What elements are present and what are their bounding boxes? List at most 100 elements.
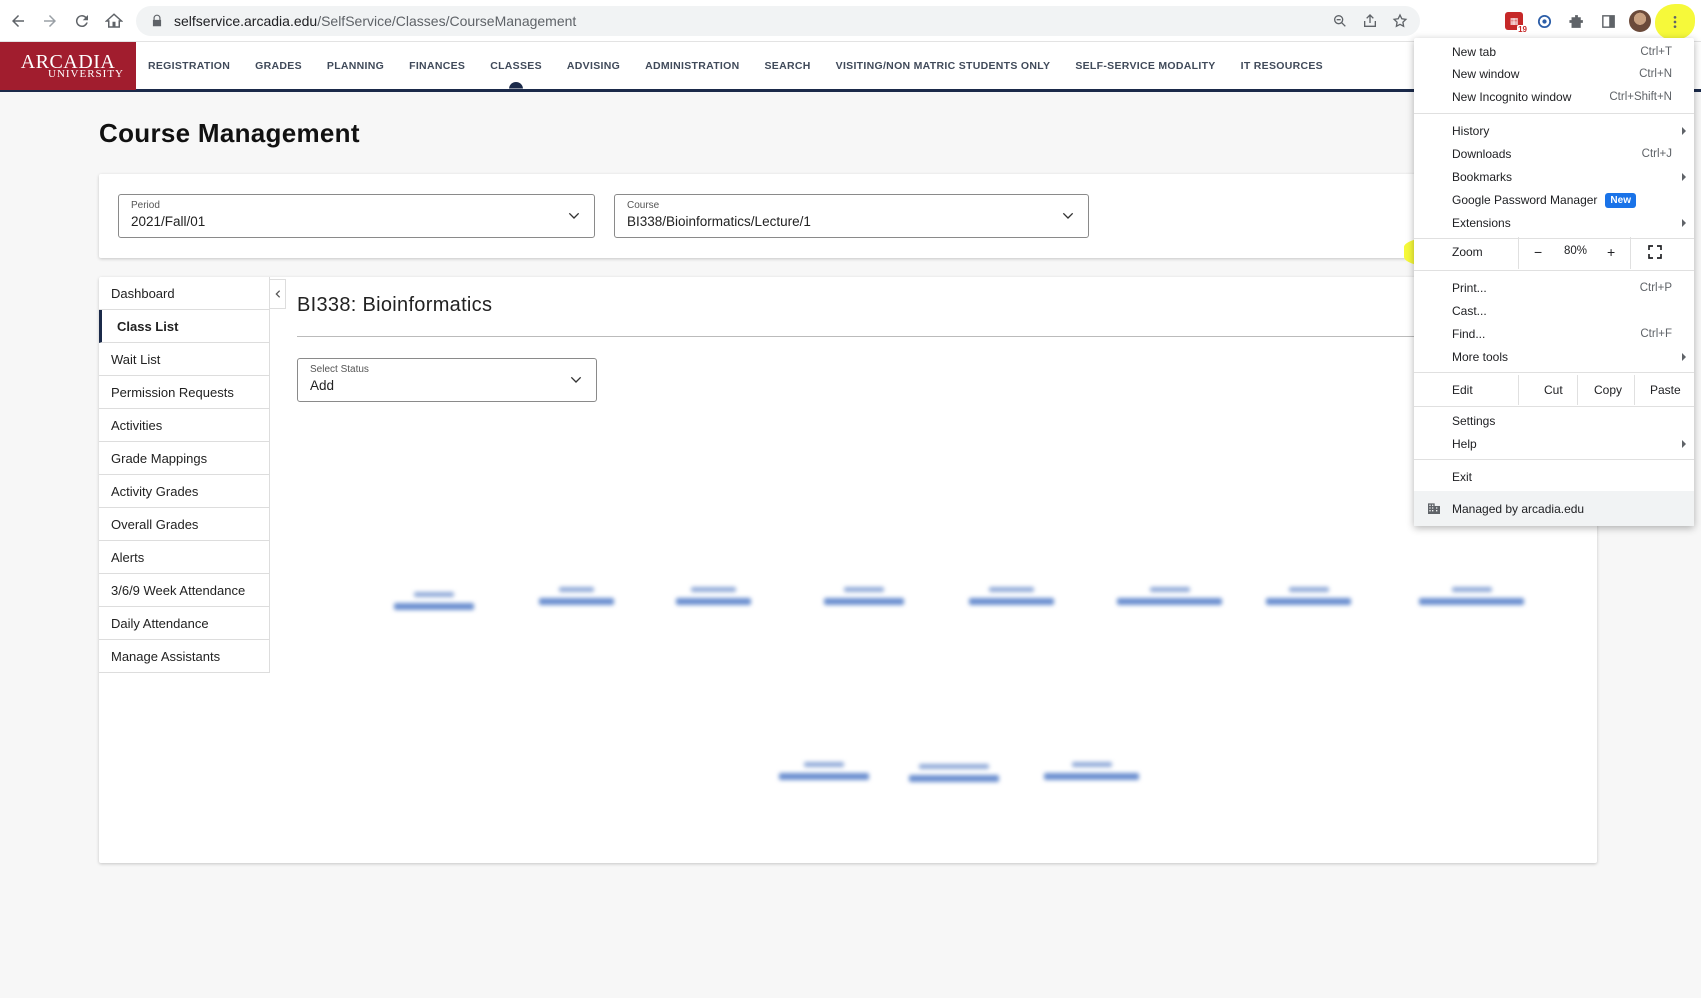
managed-by-row[interactable]: Managed by arcadia.edu (1414, 491, 1694, 526)
chrome-menu: New tab Ctrl+T New window Ctrl+N New Incog… (1414, 38, 1694, 526)
menu-grade-mappings[interactable]: Grade Mappings (99, 442, 269, 475)
managed-label: Managed by arcadia.edu (1452, 501, 1585, 516)
status-select[interactable]: Select Status Add (297, 358, 597, 402)
grammar-extension-icon[interactable] (1533, 10, 1555, 32)
shortcut: Ctrl+N (1639, 68, 1672, 80)
calendar-extension-icon[interactable]: ▦ 19 (1505, 12, 1528, 34)
menu-cast[interactable]: Cast... (1414, 300, 1694, 322)
menu-find[interactable]: Find... Ctrl+F (1414, 323, 1694, 345)
menu-class-list[interactable]: Class List (99, 310, 269, 343)
student-card-redacted[interactable] (1117, 587, 1222, 605)
menu-zoom-row: Zoom − 80% + (1414, 237, 1694, 269)
menu-downloads[interactable]: Downloads Ctrl+J (1414, 143, 1694, 165)
arcadia-logo[interactable]: ARCADIA UNIVERSITY (0, 41, 136, 90)
label: Downloads (1452, 147, 1512, 161)
browser-toolbar: selfservice.arcadia.edu/SelfService/Clas… (0, 0, 1701, 42)
period-select[interactable]: Period 2021/Fall/01 (118, 194, 595, 238)
menu-password-manager[interactable]: Google Password Manager New (1414, 189, 1694, 211)
menu-extensions[interactable]: Extensions (1414, 212, 1694, 234)
menu-new-incognito[interactable]: New Incognito window Ctrl+Shift+N (1414, 86, 1694, 108)
shortcut: Ctrl+P (1639, 282, 1672, 294)
menu-week-attendance[interactable]: 3/6/9 Week Attendance (99, 574, 269, 607)
menu-more-tools[interactable]: More tools (1414, 346, 1694, 368)
nav-administration[interactable]: ADMINISTRATION (645, 42, 739, 90)
nav-registration[interactable]: REGISTRATION (148, 42, 230, 90)
menu-history[interactable]: History (1414, 120, 1694, 142)
forward-button[interactable] (34, 5, 66, 37)
label: Print... (1452, 281, 1487, 295)
student-card-redacted[interactable] (676, 587, 751, 605)
nav-grades[interactable]: GRADES (255, 42, 302, 90)
student-card-redacted[interactable] (824, 587, 904, 605)
nav-self-service-modality[interactable]: SELF-SERVICE MODALITY (1075, 42, 1215, 90)
page-title: Course Management (99, 118, 360, 148)
building-icon (1428, 503, 1440, 514)
shortcut: Ctrl+J (1641, 148, 1672, 160)
star-icon[interactable] (1392, 13, 1408, 29)
menu-overall-grades[interactable]: Overall Grades (99, 508, 269, 541)
profile-avatar[interactable] (1629, 10, 1651, 32)
shortcut: Ctrl+Shift+N (1609, 91, 1672, 103)
reload-button[interactable] (66, 5, 98, 37)
menu-alerts[interactable]: Alerts (99, 541, 269, 574)
chevron-left-icon (274, 290, 280, 298)
nav-search[interactable]: SEARCH (765, 42, 811, 90)
nav-planning[interactable]: PLANNING (327, 42, 384, 90)
menu-activity-grades[interactable]: Activity Grades (99, 475, 269, 508)
status-value: Add (310, 378, 335, 393)
menu-new-window[interactable]: New window Ctrl+N (1414, 63, 1694, 85)
submenu-arrow-icon (1682, 127, 1686, 135)
nav-visiting-students[interactable]: VISITING/NON MATRIC STUDENTS ONLY (836, 42, 1051, 90)
copy-button[interactable]: Copy (1594, 383, 1622, 397)
side-panel-icon[interactable] (1597, 10, 1619, 32)
fullscreen-icon[interactable] (1647, 244, 1663, 260)
zoom-magnifier-icon[interactable] (1332, 13, 1348, 29)
menu-bookmarks[interactable]: Bookmarks (1414, 166, 1694, 188)
menu-daily-attendance[interactable]: Daily Attendance (99, 607, 269, 640)
url-host: selfservice.arcadia.edu (174, 13, 318, 29)
address-bar[interactable]: selfservice.arcadia.edu/SelfService/Clas… (136, 6, 1420, 36)
edit-divider (1634, 375, 1635, 405)
nav-classes[interactable]: CLASSES (490, 42, 542, 90)
zoom-in-button[interactable]: + (1607, 244, 1615, 260)
student-card-redacted[interactable] (969, 587, 1054, 605)
zoom-divider (1518, 237, 1519, 269)
nav-it-resources[interactable]: IT RESOURCES (1241, 42, 1323, 90)
student-card-redacted[interactable] (779, 762, 869, 780)
menu-new-tab[interactable]: New tab Ctrl+T (1414, 41, 1694, 63)
student-card-redacted[interactable] (1266, 587, 1351, 605)
nav-advising[interactable]: ADVISING (567, 42, 620, 90)
menu-manage-assistants[interactable]: Manage Assistants (99, 640, 269, 673)
nav-finances[interactable]: FINANCES (409, 42, 465, 90)
label: More tools (1452, 350, 1509, 364)
separator (1414, 113, 1694, 114)
cut-button[interactable]: Cut (1544, 383, 1563, 397)
menu-print[interactable]: Print... Ctrl+P (1414, 277, 1694, 299)
zoom-divider (1630, 237, 1631, 269)
submenu-arrow-icon (1682, 173, 1686, 181)
student-card-redacted[interactable] (1419, 587, 1524, 605)
menu-help[interactable]: Help (1414, 433, 1694, 455)
new-badge: New (1605, 192, 1636, 208)
course-select[interactable]: Course BI338/Bioinformatics/Lecture/1 (614, 194, 1089, 238)
student-card-redacted[interactable] (394, 592, 474, 610)
home-button[interactable] (98, 5, 130, 37)
menu-permission-requests[interactable]: Permission Requests (99, 376, 269, 409)
puzzle-icon[interactable] (1565, 10, 1587, 32)
student-card-redacted[interactable] (539, 587, 614, 605)
zoom-out-button[interactable]: − (1534, 244, 1542, 260)
menu-settings[interactable]: Settings (1414, 410, 1694, 432)
paste-button[interactable]: Paste (1650, 383, 1681, 397)
chrome-menu-button[interactable] (1655, 4, 1695, 40)
menu-activities[interactable]: Activities (99, 409, 269, 442)
student-card-redacted[interactable] (1044, 762, 1139, 780)
submenu-arrow-icon (1682, 219, 1686, 227)
menu-exit[interactable]: Exit (1414, 466, 1694, 488)
collapse-menu-button[interactable] (270, 279, 286, 309)
menu-edit-row: Edit Cut Copy Paste (1414, 375, 1694, 405)
student-card-redacted[interactable] (909, 764, 999, 782)
back-button[interactable] (2, 5, 34, 37)
share-icon[interactable] (1362, 13, 1378, 29)
menu-wait-list[interactable]: Wait List (99, 343, 269, 376)
menu-dashboard[interactable]: Dashboard (99, 277, 269, 310)
